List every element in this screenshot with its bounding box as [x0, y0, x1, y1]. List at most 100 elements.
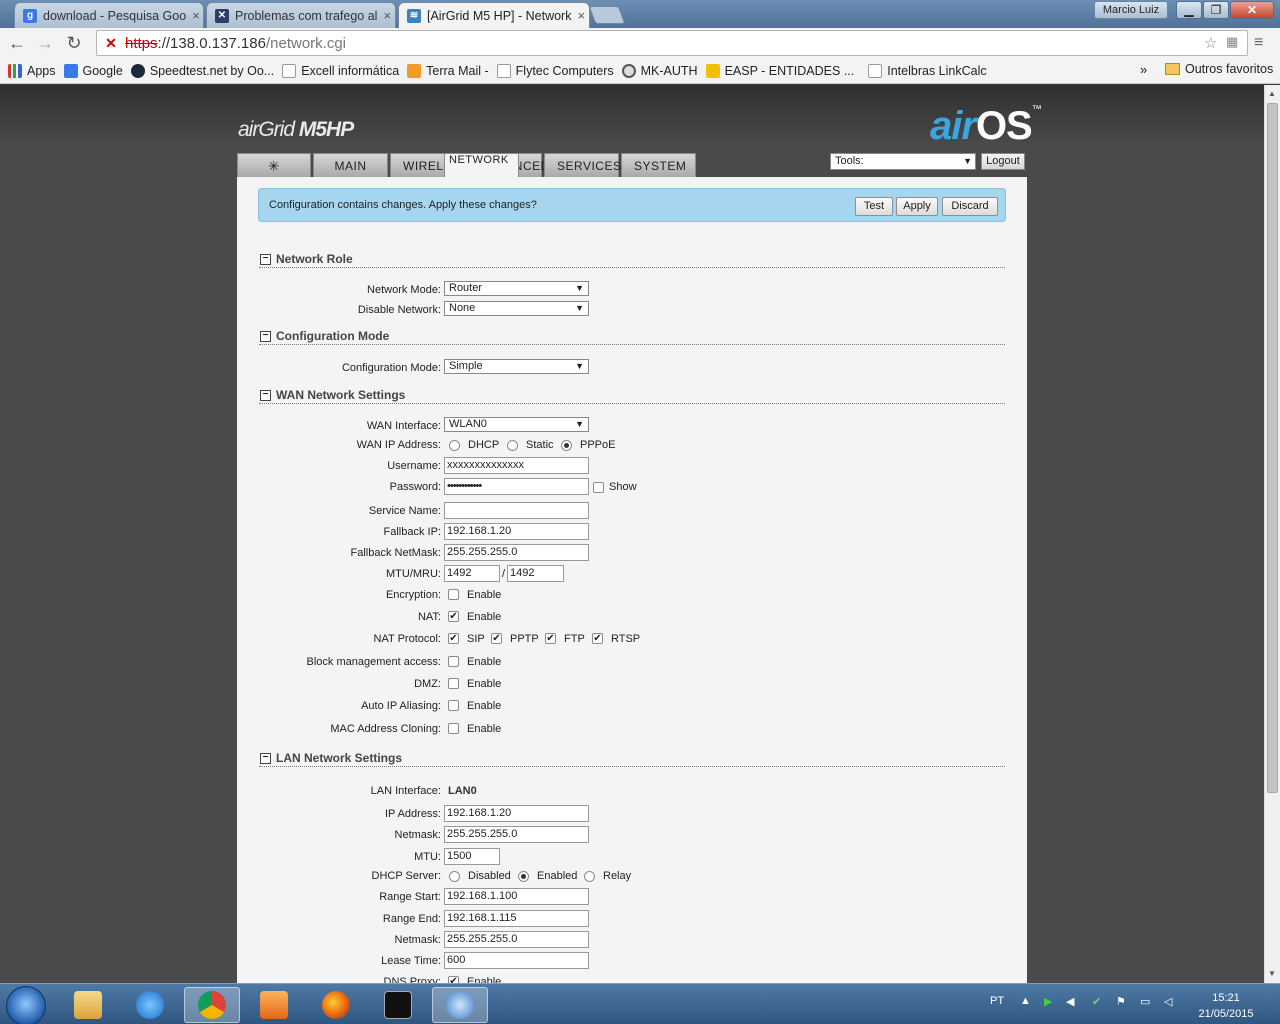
- scrollbar-thumb[interactable]: [1267, 103, 1278, 793]
- security-tray-icon[interactable]: ✔: [1092, 995, 1101, 1008]
- encryption-checkbox[interactable]: [448, 589, 459, 600]
- username-input[interactable]: xxxxxxxxxxxxxx: [444, 457, 589, 474]
- page-scrollbar[interactable]: ▲ ▼: [1264, 85, 1280, 983]
- password-input[interactable]: ••••••••••••: [444, 478, 589, 495]
- fallback-netmask-input[interactable]: 255.255.255.0: [444, 544, 589, 561]
- back-icon[interactable]: ←: [6, 32, 28, 54]
- logout-button[interactable]: Logout: [981, 153, 1025, 170]
- wan-interface-select[interactable]: WLAN0 ▼: [444, 417, 589, 432]
- bookmark-easp[interactable]: EASP - ENTIDADES ...: [705, 63, 854, 78]
- translate-icon[interactable]: ▦: [1226, 34, 1238, 50]
- bookmark-star-icon[interactable]: ☆: [1204, 34, 1217, 52]
- scroll-up-icon[interactable]: ▲: [1268, 89, 1276, 98]
- bookmark-mkauth[interactable]: MK-AUTH: [621, 63, 698, 78]
- address-bar[interactable]: ✕ https ://138.0.137.186 /network.cgi: [96, 30, 1248, 56]
- network-mode-select[interactable]: Router ▼: [444, 281, 589, 296]
- test-button[interactable]: Test: [855, 197, 893, 216]
- maximize-button[interactable]: ❐: [1203, 1, 1229, 19]
- fallback-ip-input[interactable]: 192.168.1.20: [444, 523, 589, 540]
- mru-input[interactable]: 1492: [507, 565, 564, 582]
- taskbar-media-player[interactable]: [246, 987, 302, 1023]
- close-window-button[interactable]: ✕: [1230, 1, 1274, 19]
- tab-services[interactable]: SERVICES: [544, 153, 621, 177]
- range-end-input[interactable]: 192.168.1.115: [444, 910, 589, 927]
- nat-checkbox[interactable]: ✔: [448, 611, 459, 622]
- action-center-icon[interactable]: ⚑: [1116, 995, 1126, 1008]
- collapse-icon[interactable]: −: [260, 390, 271, 401]
- language-indicator[interactable]: PT: [990, 995, 1004, 1007]
- close-tab-icon[interactable]: ×: [383, 8, 391, 23]
- other-bookmarks-folder[interactable]: Outros favoritos: [1165, 62, 1273, 76]
- collapse-icon[interactable]: −: [260, 254, 271, 265]
- dhcp-netmask-input[interactable]: 255.255.255.0: [444, 931, 589, 948]
- tab-main[interactable]: MAIN: [313, 153, 388, 177]
- lan-ip-input[interactable]: 192.168.1.20: [444, 805, 589, 822]
- scroll-down-icon[interactable]: ▼: [1268, 969, 1276, 978]
- dhcp-disabled-radio[interactable]: [449, 871, 460, 882]
- range-start-input[interactable]: 192.168.1.100: [444, 888, 589, 905]
- mac-cloning-checkbox[interactable]: [448, 723, 459, 734]
- service-name-input[interactable]: [444, 502, 589, 519]
- wan-pppoe-radio[interactable]: [561, 440, 572, 451]
- reload-icon[interactable]: ↻: [63, 32, 85, 54]
- taskbar-winbox[interactable]: [432, 987, 488, 1023]
- bookmark-excell[interactable]: Excell informática: [282, 63, 399, 78]
- show-password-checkbox[interactable]: [593, 482, 604, 493]
- lan-netmask-input[interactable]: 255.255.255.0: [444, 826, 589, 843]
- discard-button[interactable]: Discard: [942, 197, 998, 216]
- nat-ftp-checkbox[interactable]: ✔: [545, 633, 556, 644]
- taskbar-clock[interactable]: 15:21 21/05/2015: [1196, 990, 1256, 1022]
- browser-tab-google[interactable]: g download - Pesquisa Goo ×: [14, 2, 204, 28]
- bookmarks-overflow-button[interactable]: »: [1140, 62, 1147, 77]
- collapse-icon[interactable]: −: [260, 331, 271, 342]
- collapse-icon[interactable]: −: [260, 753, 271, 764]
- tools-select[interactable]: Tools: ▼: [830, 153, 976, 170]
- configuration-mode-select[interactable]: Simple ▼: [444, 359, 589, 374]
- lan-netmask-label: Netmask:: [394, 829, 441, 841]
- show-hidden-icons[interactable]: ▲: [1020, 995, 1031, 1007]
- taskbar-ie[interactable]: [122, 987, 178, 1023]
- bookmark-terra[interactable]: Terra Mail -: [407, 63, 489, 78]
- wan-static-radio[interactable]: [507, 440, 518, 451]
- lan-mtu-input[interactable]: 1500: [444, 848, 500, 865]
- bookmark-flytec[interactable]: Flytec Computers: [496, 63, 614, 78]
- dmz-checkbox[interactable]: [448, 678, 459, 689]
- nat-rtsp-checkbox[interactable]: ✔: [592, 633, 603, 644]
- bookmark-speedtest[interactable]: Speedtest.net by Oo...: [130, 63, 274, 78]
- tab-network[interactable]: NETWORK: [444, 153, 519, 178]
- taskbar-explorer[interactable]: [60, 987, 116, 1023]
- forward-icon[interactable]: →: [34, 32, 56, 54]
- profile-user-button[interactable]: Marcio Luiz: [1094, 1, 1168, 19]
- start-button[interactable]: [6, 986, 46, 1024]
- tab-system[interactable]: SYSTEM: [621, 153, 696, 177]
- mtu-input[interactable]: 1492: [444, 565, 500, 582]
- apply-button[interactable]: Apply: [896, 197, 938, 216]
- lease-time-input[interactable]: 600: [444, 952, 589, 969]
- nat-pptp-checkbox[interactable]: ✔: [491, 633, 502, 644]
- bookmark-intelbras[interactable]: Intelbras LinkCalc: [868, 63, 987, 78]
- disable-network-select[interactable]: None ▼: [444, 301, 589, 316]
- taskbar-cmd[interactable]: [370, 987, 426, 1023]
- auto-ip-aliasing-checkbox[interactable]: [448, 700, 459, 711]
- wan-dhcp-radio[interactable]: [449, 440, 460, 451]
- dhcp-enabled-radio[interactable]: [518, 871, 529, 882]
- bookmark-apps[interactable]: Apps: [8, 63, 56, 78]
- ubiquiti-logo-tab[interactable]: ✳: [237, 153, 311, 177]
- browser-tab-problemas[interactable]: ✕ Problemas com trafego al ×: [206, 2, 396, 28]
- display-tray-icon[interactable]: ▭: [1140, 995, 1150, 1008]
- volume-tray-icon[interactable]: ◀: [1066, 995, 1074, 1008]
- close-tab-icon[interactable]: ×: [577, 8, 585, 23]
- chrome-menu-icon[interactable]: ≡: [1254, 34, 1263, 52]
- taskbar-firefox[interactable]: [308, 987, 364, 1023]
- block-management-checkbox[interactable]: [448, 656, 459, 667]
- close-tab-icon[interactable]: ×: [192, 8, 200, 23]
- network-tray-icon[interactable]: ▶: [1044, 995, 1052, 1008]
- bookmark-google[interactable]: Google: [63, 63, 123, 78]
- browser-tab-airgrid[interactable]: ≋ [AirGrid M5 HP] - Network ×: [398, 2, 590, 28]
- nat-sip-checkbox[interactable]: ✔: [448, 633, 459, 644]
- speaker-tray-icon[interactable]: ◁: [1164, 995, 1172, 1008]
- taskbar-chrome[interactable]: [184, 987, 240, 1023]
- new-tab-button[interactable]: [588, 6, 626, 24]
- minimize-button[interactable]: ▁: [1176, 1, 1202, 19]
- dhcp-relay-radio[interactable]: [584, 871, 595, 882]
